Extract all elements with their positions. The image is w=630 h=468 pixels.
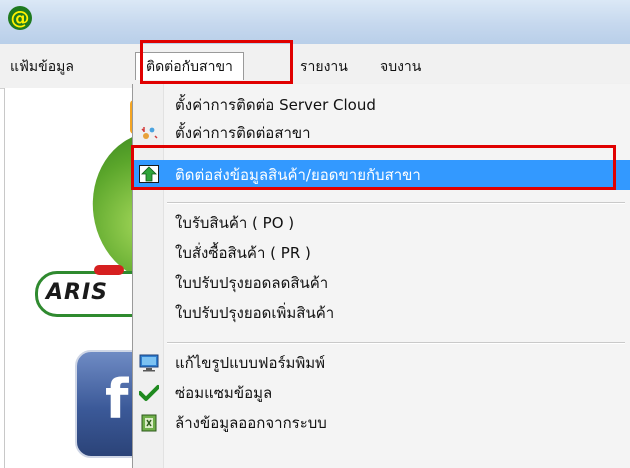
menu-item-label: ใบปรับปรุงยอดเพิ่มสินค้า — [175, 304, 335, 322]
menu-item-label: ใบรับสินค้า ( PO ) — [175, 214, 295, 232]
at-sign-icon[interactable]: @ — [8, 6, 32, 30]
menu-reports[interactable]: รายงาน — [300, 58, 348, 76]
logo-badge-text: ARIS — [46, 280, 108, 305]
menu-item-label: ใบปรับปรุงยอดลดสินค้า — [175, 274, 329, 292]
menu-item-branch-settings[interactable]: ตั้งค่าการติดต่อสาขา — [133, 120, 630, 146]
menu-file-data[interactable]: แฟ้มข้อมูล — [10, 58, 74, 76]
main-background-panel: ARIS f — [4, 88, 137, 468]
logo-badge-tag — [94, 265, 124, 275]
menu-item-label: ใบสั่งซื้อสินค้า ( PR ) — [175, 244, 311, 262]
menu-item-label: ตั้งค่าการติดต่อสาขา — [175, 124, 311, 142]
menu-branch-contact[interactable]: ติดต่อกับสาขา — [135, 52, 244, 80]
branch-contact-dropdown: ตั้งค่าการติดต่อ Server Cloud ตั้งค่าการ… — [132, 84, 630, 468]
menu-item-server-cloud-settings[interactable]: ตั้งค่าการติดต่อ Server Cloud — [133, 92, 630, 118]
menu-bar: แฟ้มข้อมูล ติดต่อกับสาขา รายงาน จบงาน — [0, 44, 630, 89]
menu-item-label: ล้างข้อมูลออกจากระบบ — [175, 414, 327, 432]
facebook-icon: f — [105, 368, 129, 431]
menu-item-adjust-decrease[interactable]: ใบปรับปรุงยอดลดสินค้า — [133, 270, 630, 296]
app-window: @ แฟ้มข้อมูล ติดต่อกับสาขา รายงาน จบงาน … — [0, 0, 630, 468]
menu-item-label: แก้ไขรูปแบบฟอร์มพิมพ์ — [175, 354, 326, 372]
menu-item-send-product-sales[interactable]: ติดต่อส่งข้อมูลสินค้า/ยอดขายกับสาขา — [133, 160, 630, 190]
menu-item-clear-data[interactable]: ล้างข้อมูลออกจากระบบ — [133, 410, 630, 436]
menu-exit[interactable]: จบงาน — [380, 58, 421, 76]
menu-item-label: ติดต่อส่งข้อมูลสินค้า/ยอดขายกับสาขา — [175, 166, 421, 184]
logo-badge: ARIS — [35, 265, 137, 317]
menu-item-label: ตั้งค่าการติดต่อ Server Cloud — [175, 96, 376, 114]
monitor-icon — [139, 354, 159, 372]
menu-separator — [167, 342, 625, 344]
menu-item-label: ซ่อมแซมข้อมูล — [175, 384, 273, 402]
title-bar: @ — [0, 0, 630, 45]
menu-item-adjust-increase[interactable]: ใบปรับปรุงยอดเพิ่มสินค้า — [133, 300, 630, 326]
menu-separator — [167, 202, 625, 204]
upload-arrow-icon — [139, 165, 159, 183]
clear-data-icon — [141, 414, 157, 432]
menu-item-receive-po[interactable]: ใบรับสินค้า ( PO ) — [133, 210, 630, 236]
checkmark-icon — [139, 385, 159, 401]
facebook-button[interactable]: f — [75, 350, 137, 458]
menu-item-purchase-pr[interactable]: ใบสั่งซื้อสินค้า ( PR ) — [133, 240, 630, 266]
menu-item-repair-data[interactable]: ซ่อมแซมข้อมูล — [133, 380, 630, 406]
sparkle-settings-icon — [141, 127, 158, 139]
menu-item-edit-print-form[interactable]: แก้ไขรูปแบบฟอร์มพิมพ์ — [133, 350, 630, 376]
